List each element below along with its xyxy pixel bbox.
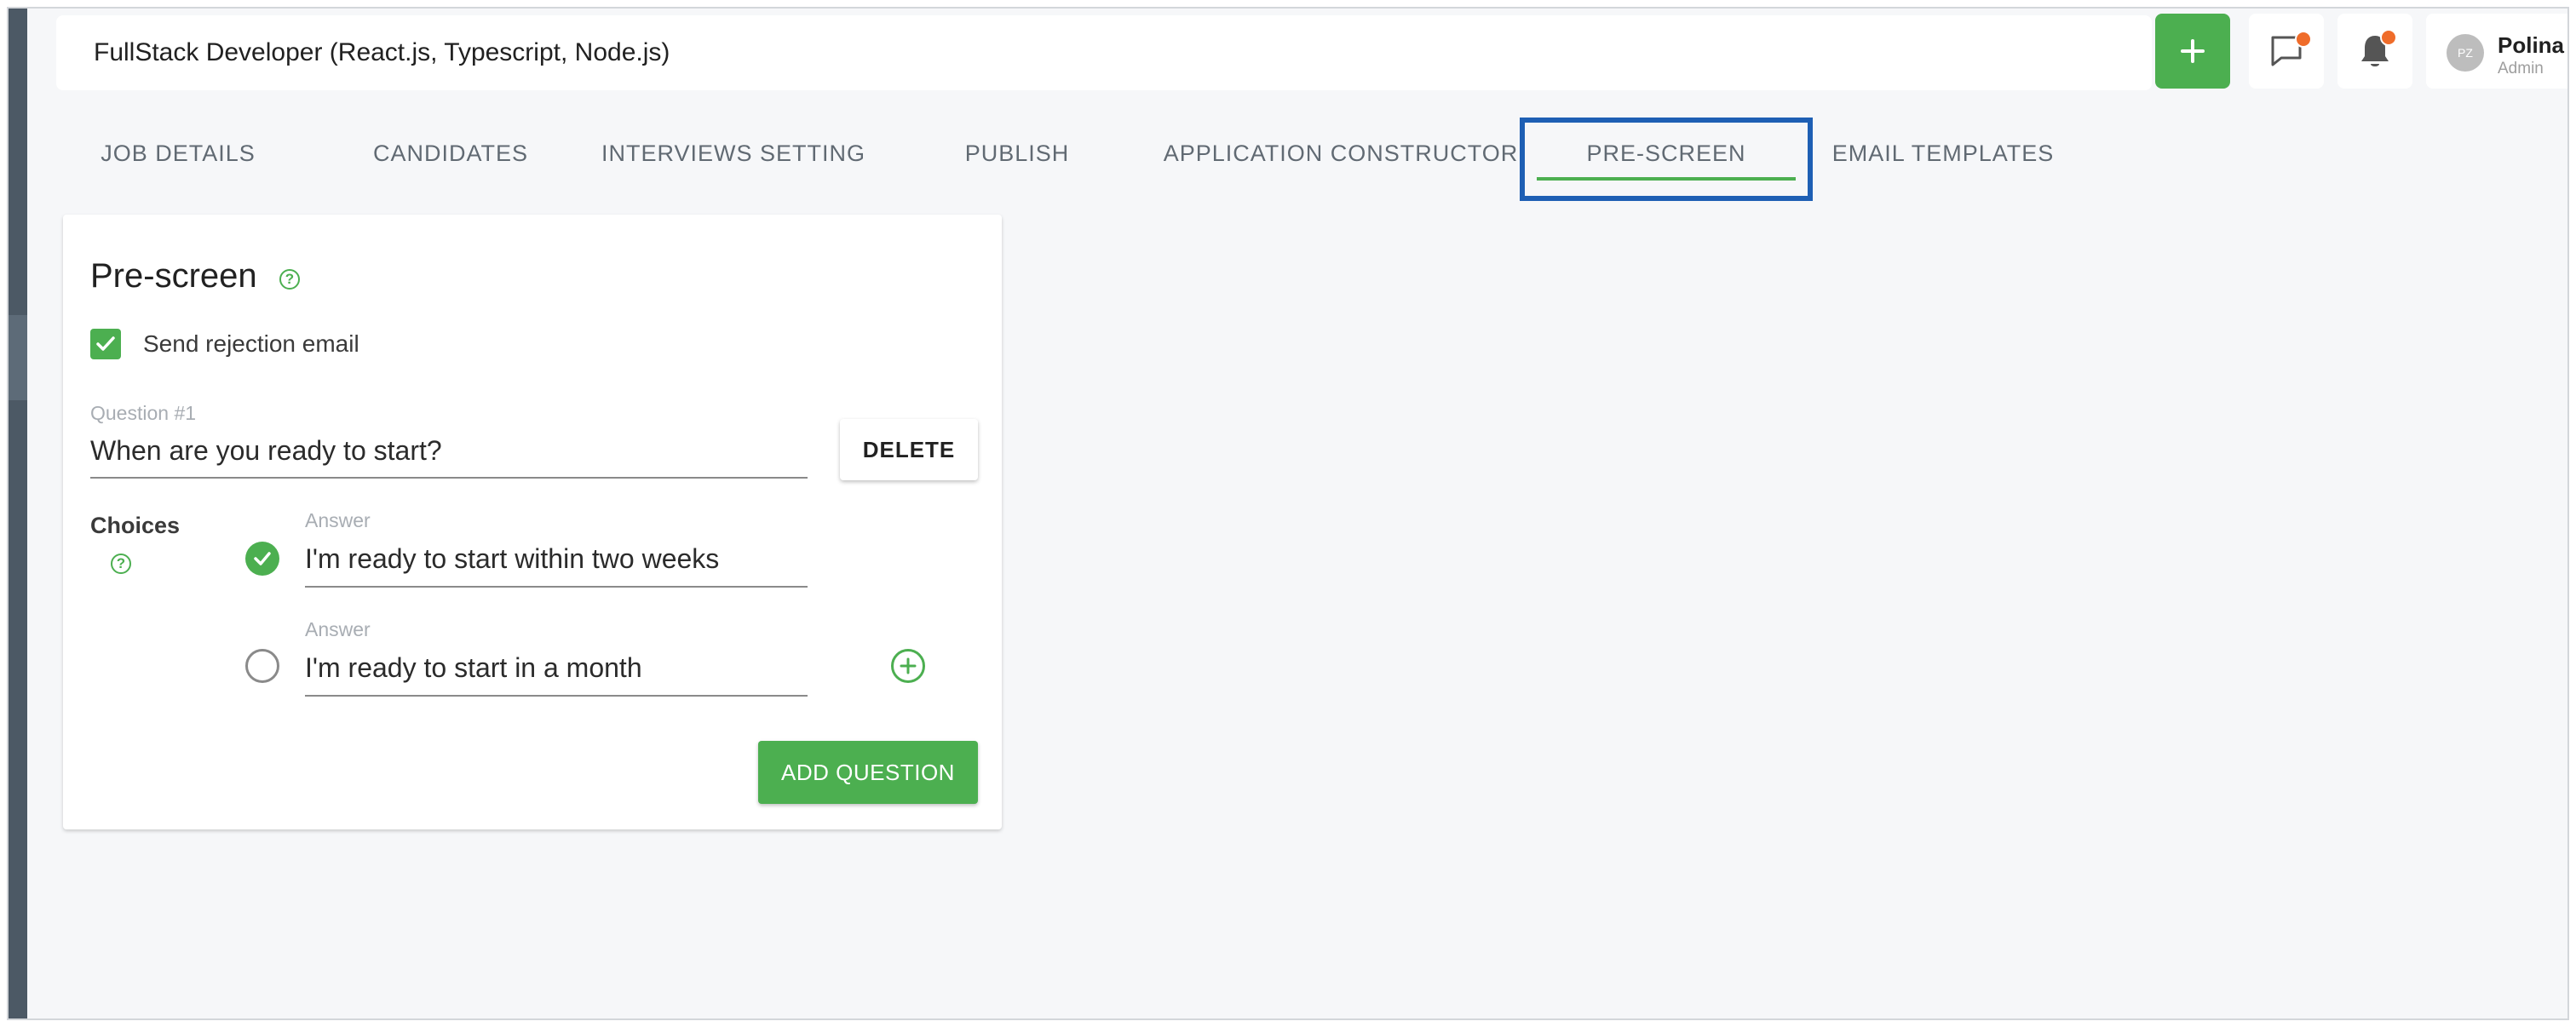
answer-2-correct-radio[interactable]	[245, 649, 279, 683]
tab-application-constructor[interactable]: APPLICATION CONSTRUCTOR	[1160, 119, 1521, 187]
answer-1-label: Answer	[305, 509, 371, 531]
tab-job-details[interactable]: JOB DETAILS	[89, 119, 267, 187]
tab-email-templates[interactable]: EMAIL TEMPLATES	[1820, 119, 2067, 187]
app-window: FullStack Developer (React.js, Typescrip…	[7, 7, 2569, 1020]
choices-help-icon[interactable]: ?	[111, 554, 131, 574]
answer-1-correct-radio[interactable]	[245, 542, 279, 576]
question-label: Question #1	[90, 402, 197, 424]
tab-publish[interactable]: PUBLISH	[954, 119, 1080, 187]
prescreen-card: Pre-screen ? Send rejection email Questi…	[63, 215, 1002, 829]
question-input[interactable]	[90, 433, 808, 479]
tab-highlight-box	[1520, 118, 1813, 201]
add-choice-button[interactable]	[891, 649, 925, 683]
send-rejection-checkbox[interactable]	[90, 329, 121, 359]
choices-label: Choices	[90, 513, 181, 538]
messages-button[interactable]	[2249, 14, 2324, 89]
answer-2-label: Answer	[305, 618, 371, 640]
job-title: FullStack Developer (React.js, Typescrip…	[94, 38, 670, 66]
user-menu[interactable]: PZ Polina Z Admin	[2426, 14, 2567, 89]
plus-icon	[2181, 39, 2205, 63]
help-icon[interactable]: ?	[279, 269, 300, 290]
tab-candidates[interactable]: CANDIDATES	[353, 119, 549, 187]
sidebar-active-marker	[9, 315, 27, 400]
avatar: PZ	[2447, 34, 2484, 72]
check-icon	[96, 336, 115, 351]
send-rejection-label: Send rejection email	[143, 330, 359, 357]
answer-2-input[interactable]	[305, 649, 808, 697]
notifications-dot	[2380, 29, 2397, 46]
user-role: Admin	[2498, 60, 2544, 77]
tab-bar: JOB DETAILS CANDIDATES INTERVIEWS SETTIN…	[9, 119, 2567, 187]
check-icon	[254, 552, 271, 565]
messages-notification-dot	[2295, 31, 2312, 48]
answer-1-input[interactable]	[305, 540, 808, 588]
add-question-button[interactable]: ADD QUESTION	[758, 741, 978, 804]
user-name: Polina Z	[2498, 32, 2567, 58]
plus-circle-icon	[900, 657, 917, 674]
card-title: Pre-screen	[90, 257, 257, 295]
notifications-button[interactable]	[2337, 14, 2412, 89]
tab-interviews-setting[interactable]: INTERVIEWS SETTING	[595, 119, 872, 187]
job-title-bar: FullStack Developer (React.js, Typescrip…	[56, 15, 2152, 90]
add-button[interactable]	[2155, 14, 2230, 89]
delete-question-button[interactable]: DELETE	[840, 419, 978, 480]
